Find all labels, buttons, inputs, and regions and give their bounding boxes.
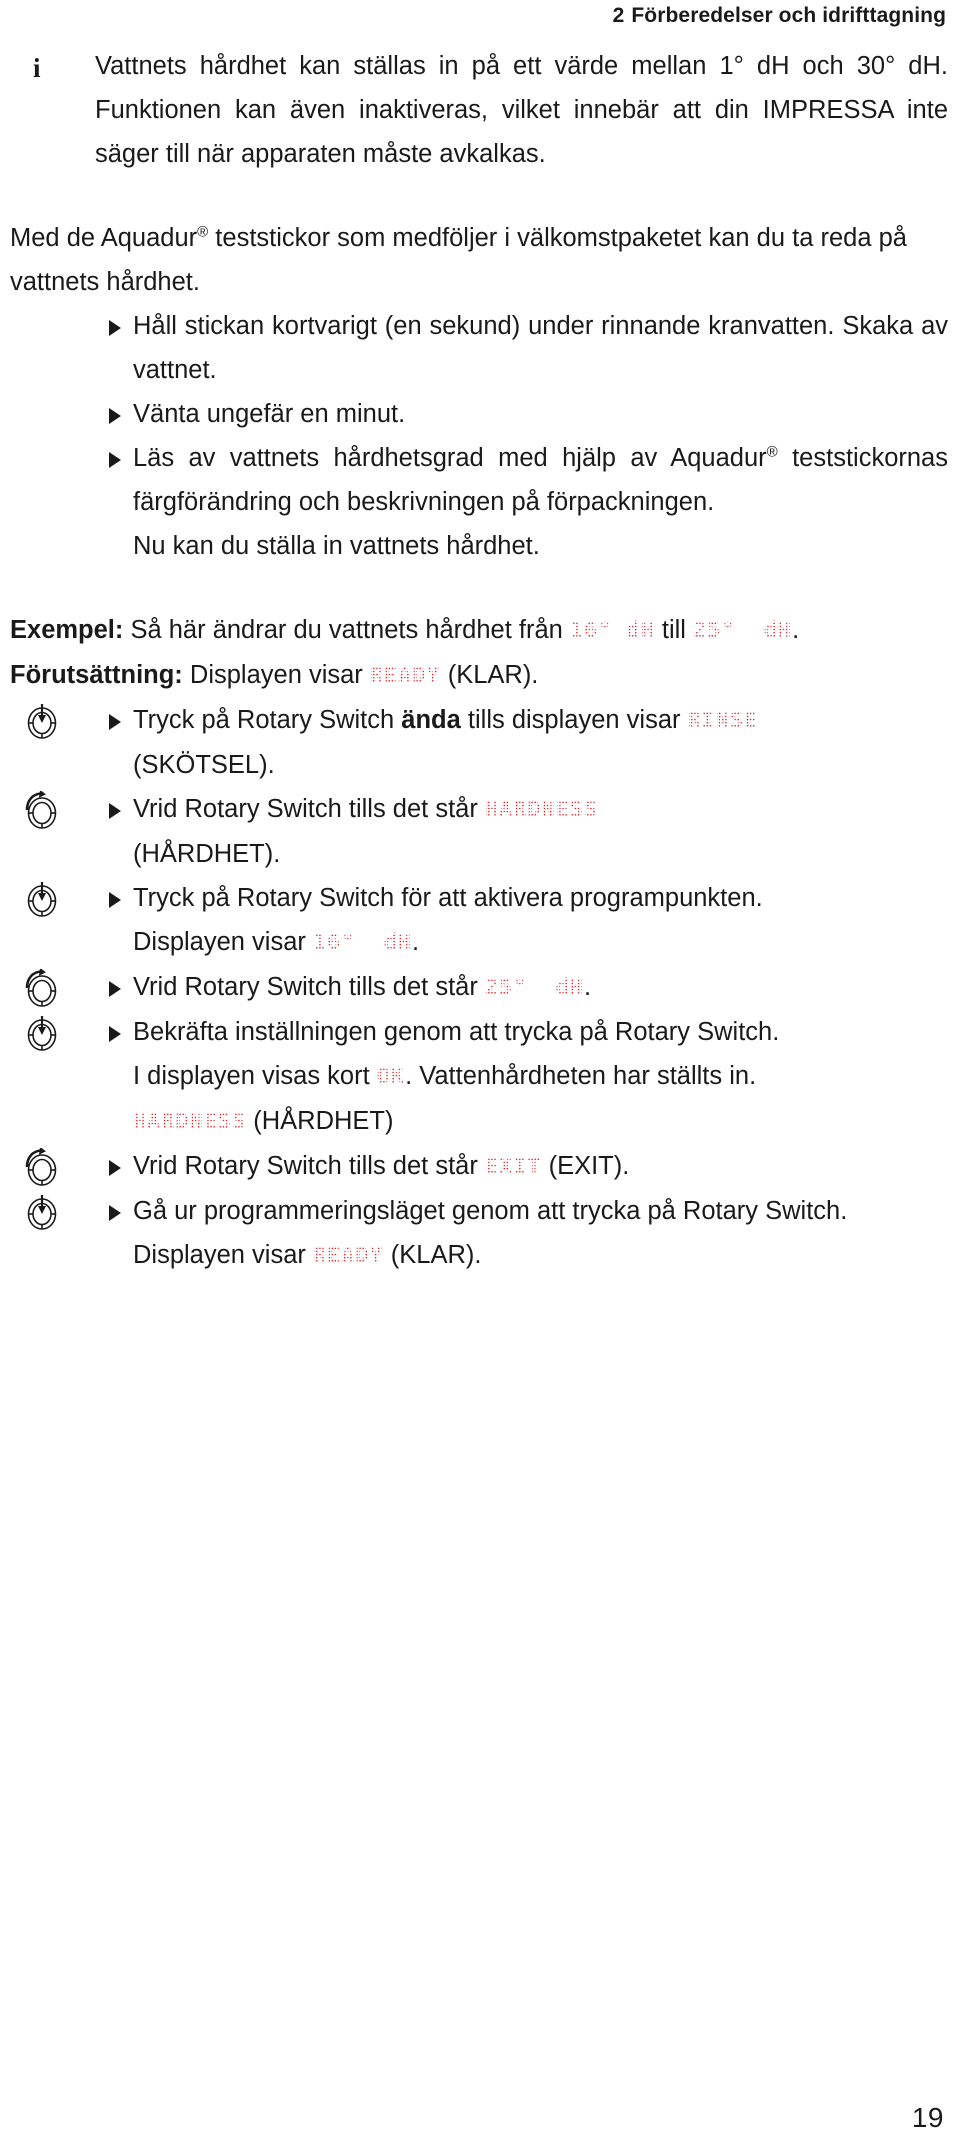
example-text-3: . <box>792 616 800 644</box>
procedure-text-2: tills displayen visar <box>460 706 688 734</box>
precondition-label: Förutsättning: <box>10 661 183 689</box>
example-label: Exempel: <box>10 616 124 644</box>
list-item-label: Håll stickan kortvarigt (en sekund) unde… <box>133 312 948 384</box>
procedure-step: Vrid Rotary Switch tills det står EXIT (… <box>25 1142 948 1191</box>
after-test-note: Nu kan du ställa in vattnets hårdhet. <box>133 532 540 560</box>
rotary-switch-press-icon <box>19 1193 65 1233</box>
led-display-hardness: HARDNESS <box>131 1097 248 1146</box>
procedure-text-1: Tryck på Rotary Switch för att aktivera … <box>133 884 763 912</box>
page-number: 19 <box>911 2102 944 2133</box>
procedure-sub-text-2: (KLAR). <box>383 1241 482 1269</box>
led-display-ok: OK <box>375 1052 407 1101</box>
procedure-sub-text-2: . <box>412 928 420 956</box>
procedure-continuation: (SKÖTSEL). <box>133 751 275 779</box>
page-content: i Vattnets hårdhet kan ställas in på ett… <box>0 44 960 1280</box>
procedure-emphasis: ända <box>401 706 461 734</box>
info-icon: i <box>33 53 41 83</box>
intro-text-before: Med de Aquadur <box>10 224 198 252</box>
led-display-hardness: HARDNESS <box>483 785 600 834</box>
triangle-bullet-icon <box>109 452 121 468</box>
procedure-sub-text-1: Displayen visar <box>133 1241 313 1269</box>
rotary-switch-turn-icon <box>19 790 65 831</box>
list-item-label-before: Läs av vattnets hårdhetsgrad med hjälp a… <box>133 444 767 472</box>
info-note-text: Vattnets hårdhet kan ställas in på ett v… <box>95 52 948 168</box>
procedure-text-1: Bekräfta inställningen genom att trycka … <box>133 1018 780 1046</box>
rotary-switch-press-icon <box>19 1014 65 1054</box>
procedure-text-2: (EXIT). <box>541 1152 630 1180</box>
precondition-text-1: Displayen visar <box>182 661 370 689</box>
example-text-2: till <box>654 616 694 644</box>
triangle-bullet-icon <box>109 1205 121 1221</box>
manual-page: 2 Förberedelser och idrifttagning i Vattn… <box>0 0 960 2148</box>
triangle-bullet-icon <box>109 981 121 997</box>
procedure-sub-line-2: HARDNESS (HÅRDHET) <box>131 1097 948 1146</box>
led-display-ready: READY <box>368 651 442 700</box>
led-display-25dh: 25° dH <box>483 963 585 1012</box>
list-item: Läs av vattnets hårdhetsgrad med hjälp a… <box>95 436 948 524</box>
led-display-rinse: RINSE <box>686 696 760 745</box>
led-display-16dh: 16° dH <box>568 606 656 655</box>
procedure-text-1: Vrid Rotary Switch tills det står <box>133 795 485 823</box>
led-display-ready: READY <box>311 1231 385 1280</box>
triangle-bullet-icon <box>109 892 121 908</box>
procedure-text-1: Vrid Rotary Switch tills det står <box>133 1152 485 1180</box>
list-item: Vänta ungefär en minut. <box>95 392 948 436</box>
list-item-label: Vänta ungefär en minut. <box>133 400 406 428</box>
registered-mark-icon: ® <box>197 223 209 241</box>
precondition-paragraph: Förutsättning: Displayen visar READY (KL… <box>10 651 948 700</box>
procedure-sub-line: Displayen visar 16° dH. <box>133 918 948 967</box>
rotary-switch-turn-icon <box>19 968 65 1009</box>
procedure-sub-text-1: Displayen visar <box>133 928 313 956</box>
procedure-step: Gå ur programmeringsläget genom att tryc… <box>27 1189 948 1233</box>
procedure-text-1: Gå ur programmeringsläget genom att tryc… <box>133 1197 848 1225</box>
example-text-1: Så här ändrar du vattnets hårdhet från <box>123 616 570 644</box>
procedure-sub-line: Displayen visar READY (KLAR). <box>133 1231 948 1280</box>
list-item: Håll stickan kortvarigt (en sekund) unde… <box>95 304 948 392</box>
info-note: i Vattnets hårdhet kan ställas in på ett… <box>33 44 948 176</box>
triangle-bullet-icon <box>109 803 121 819</box>
procedure-step: Vrid Rotary Switch tills det står HARDNE… <box>25 785 948 834</box>
running-header: 2 Förberedelser och idrifttagning <box>613 4 946 28</box>
led-display-16dh: 16° dH <box>311 918 414 967</box>
triangle-bullet-icon <box>109 714 121 730</box>
led-display-25dh: 25° dH <box>692 606 794 655</box>
procedure-sub-line: I displayen visas kort OK. Vattenhårdhet… <box>133 1052 948 1101</box>
procedure-text-1: Tryck på Rotary Switch <box>133 706 402 734</box>
procedure-step: Bekräfta inställningen genom att trycka … <box>27 1010 948 1054</box>
led-display-exit: EXIT <box>483 1142 543 1191</box>
procedure-text-2: . <box>583 973 592 1001</box>
procedure-text-1: Vrid Rotary Switch tills det står <box>133 973 485 1001</box>
procedure-step: Tryck på Rotary Switch ända tills displa… <box>27 696 948 745</box>
procedure-step: Tryck på Rotary Switch för att aktivera … <box>27 876 948 920</box>
triangle-bullet-icon <box>109 320 121 336</box>
triangle-bullet-icon <box>109 1026 121 1042</box>
procedure-sub-text-1: I displayen visas kort <box>133 1062 377 1090</box>
chapter-number: 2 <box>612 4 625 27</box>
procedure-sub-text-2: . Vattenhårdheten har ställts in. <box>405 1062 757 1090</box>
intro-paragraph: Med de Aquadur® teststickor som medfölje… <box>10 216 948 304</box>
triangle-bullet-icon <box>109 1160 121 1176</box>
procedure-step: Vrid Rotary Switch tills det står 25° dH… <box>25 963 948 1012</box>
rotary-switch-press-icon <box>19 880 65 920</box>
precondition-text-2: (KLAR). <box>440 661 539 689</box>
rotary-switch-press-icon <box>19 702 65 742</box>
procedure-sub-text-3: (HÅRDHET) <box>246 1107 394 1135</box>
chapter-title: Förberedelser och idrifttagning <box>631 4 946 27</box>
example-paragraph: Exempel: Så här ändrar du vattnets hårdh… <box>10 606 948 655</box>
rotary-switch-turn-icon <box>19 1147 65 1188</box>
registered-mark-icon: ® <box>766 443 778 461</box>
procedure-continuation: (HÅRDHET). <box>133 840 281 868</box>
triangle-bullet-icon <box>109 408 121 424</box>
